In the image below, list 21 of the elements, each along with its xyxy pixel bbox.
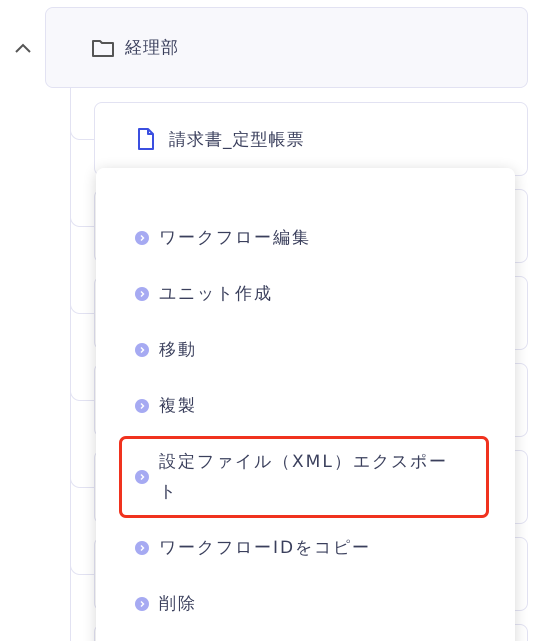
menu-item[interactable]: 削除 (119, 578, 489, 630)
folder-icon (91, 38, 115, 58)
chevron-circle-icon (135, 287, 149, 301)
chevron-up-icon (14, 42, 30, 52)
menu-item[interactable]: ユニット作成 (119, 268, 489, 320)
menu-item[interactable]: ワークフローIDをコピー (119, 522, 489, 574)
menu-item[interactable]: 設定ファイル（XML）エクスポート (119, 436, 489, 518)
file-card[interactable]: 請求書_定型帳票 (94, 102, 528, 176)
chevron-circle-icon (135, 541, 149, 555)
chevron-circle-icon (135, 399, 149, 413)
chevron-circle-icon (135, 597, 149, 611)
menu-item[interactable]: 複製 (119, 380, 489, 432)
file-icon (137, 128, 155, 150)
chevron-circle-icon (135, 231, 149, 245)
file-name: 請求書_定型帳票 (169, 128, 304, 150)
menu-item[interactable]: 移動 (119, 324, 489, 376)
chevron-circle-icon (135, 470, 149, 484)
folder-card[interactable]: 経理部 (45, 7, 528, 88)
menu-item[interactable]: ワークフロー編集 (119, 212, 489, 264)
folder-name: 経理部 (125, 37, 179, 59)
chevron-circle-icon (135, 343, 149, 357)
